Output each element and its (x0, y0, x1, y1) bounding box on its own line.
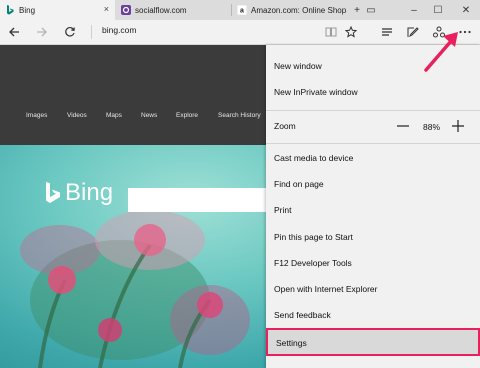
menu-item-label: New InPrivate window (274, 87, 358, 97)
bing-link-news[interactable]: News (141, 112, 157, 119)
tab-bing[interactable]: Bing × (0, 0, 115, 20)
navigation-bar: bing.com (0, 20, 480, 45)
bing-link-search-history[interactable]: Search History (218, 112, 261, 119)
plus-icon (452, 120, 464, 132)
annotation-arrow-icon (424, 32, 458, 72)
menu-divider (266, 110, 480, 111)
menu-item-settings[interactable]: Settings (266, 328, 480, 356)
menu-item-open-with-ie[interactable]: Open with Internet Explorer (266, 278, 480, 302)
bing-link-explore[interactable]: Explore (176, 112, 198, 119)
menu-item-label: F12 Developer Tools (274, 258, 352, 268)
favorite-button[interactable] (342, 24, 360, 40)
menu-item-label: Find on page (274, 179, 324, 189)
minus-icon (397, 125, 409, 127)
maximize-button[interactable]: ☐ (428, 0, 448, 20)
socialflow-favicon-icon (121, 5, 131, 15)
minimize-button[interactable]: – (404, 0, 424, 20)
refresh-button[interactable] (61, 24, 79, 40)
tab-close-icon[interactable]: × (104, 4, 109, 14)
tab-preview-icon[interactable]: ▭ (364, 0, 378, 20)
address-field[interactable]: bing.com (102, 25, 137, 35)
browser-window: Bing × socialflow.com a Amazon.com: Onli… (0, 0, 480, 368)
menu-item-label: Settings (276, 338, 307, 348)
menu-item-label: Print (274, 205, 292, 215)
menu-item-send-feedback[interactable]: Send feedback (266, 304, 480, 328)
star-icon (345, 26, 357, 38)
zoom-label: Zoom (274, 121, 296, 131)
back-arrow-icon (9, 27, 19, 37)
menu-item-label: Open with Internet Explorer (274, 284, 378, 294)
zoom-out-button[interactable] (396, 119, 410, 133)
menu-item-label: New window (274, 61, 322, 71)
tab-socialflow[interactable]: socialflow.com (116, 0, 231, 20)
reading-view-button[interactable] (322, 24, 340, 40)
zoom-value: 88% (423, 122, 441, 132)
menu-item-new-inprivate-window[interactable]: New InPrivate window (266, 81, 480, 105)
more-actions-menu: New window New InPrivate window Zoom 88%… (266, 45, 480, 368)
menu-item-pin-to-start[interactable]: Pin this page to Start (266, 226, 480, 250)
menu-item-zoom: Zoom (266, 115, 480, 139)
menu-item-label: Pin this page to Start (274, 232, 353, 242)
address-separator (91, 25, 92, 39)
amazon-favicon-icon: a (237, 5, 247, 15)
bing-link-maps[interactable]: Maps (106, 112, 122, 119)
menu-item-print[interactable]: Print (266, 199, 480, 223)
menu-item-find-on-page[interactable]: Find on page (266, 173, 480, 197)
hub-button[interactable] (378, 24, 396, 40)
menu-item-label: Cast media to device (274, 153, 354, 163)
forward-button[interactable] (33, 24, 51, 40)
close-window-button[interactable]: ✕ (456, 0, 476, 20)
menu-divider (266, 143, 480, 144)
bing-favicon-icon (5, 5, 15, 15)
tab-title: Amazon.com: Online Shop (251, 5, 347, 15)
menu-item-label: Send feedback (274, 310, 331, 320)
hub-icon (382, 28, 392, 36)
bing-link-videos[interactable]: Videos (67, 112, 87, 119)
zoom-in-button[interactable] (451, 119, 465, 133)
bing-b-icon (46, 182, 60, 203)
bing-search-input[interactable] (128, 188, 268, 212)
back-button[interactable] (5, 24, 23, 40)
refresh-icon (65, 26, 75, 37)
bing-logo-text: Bing (65, 179, 114, 206)
tab-amazon[interactable]: a Amazon.com: Online Shop (232, 0, 347, 20)
svg-text:a: a (240, 8, 244, 15)
menu-item-cast-media[interactable]: Cast media to device (266, 147, 480, 171)
reading-view-icon (325, 27, 337, 37)
tab-title: socialflow.com (135, 5, 187, 15)
menu-item-developer-tools[interactable]: F12 Developer Tools (266, 252, 480, 276)
tab-title: Bing (19, 5, 36, 15)
new-tab-button[interactable]: + (350, 0, 364, 20)
bing-link-images[interactable]: Images (26, 112, 47, 119)
bing-logo: Bing (45, 179, 113, 207)
tab-strip: Bing × socialflow.com a Amazon.com: Onli… (0, 0, 480, 21)
forward-arrow-icon (37, 27, 47, 37)
